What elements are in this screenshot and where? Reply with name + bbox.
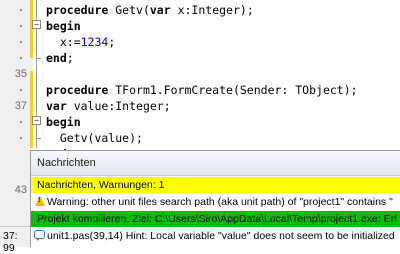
hint-message-text: unit1.pas(39,14) Hint: Local variable "v… [47,230,395,242]
cursor-position: 37: 99 [3,230,18,254]
messages-panel-title-bar: Nachrichten [31,151,400,176]
warning-icon [35,196,45,206]
messages-summary-text: Nachrichten, Warnungen: 1 [37,179,165,191]
status-bar: 37: 99 [0,226,30,254]
code-token: procedure [46,83,116,97]
line-dot-marker [20,121,22,123]
code-line[interactable]: 35 [0,66,400,82]
line-dot-marker [20,25,22,27]
code-token: ; [66,51,74,65]
code-token: end [46,51,67,65]
code-token: begin [46,115,81,129]
code-token: x:Integer); [170,3,254,17]
code-line[interactable]: end; [0,50,400,66]
line-number: 43 [14,184,27,196]
code-text: begin [46,114,81,130]
code-token: x:= [46,35,81,49]
line-number: 35 [14,68,27,80]
code-token: begin [46,19,81,33]
compile-message-row[interactable]: Projekt kompilieren, Ziel: C:\Users\Siro… [31,211,400,227]
line-dot-marker [20,57,22,59]
code-text: Getv(value); [46,130,143,146]
code-line[interactable]: begin [0,114,400,130]
code-text: procedure Getv(var x:Integer); [46,2,254,18]
code-line[interactable]: procedure TForm1.FormCreate(Sender: TObj… [0,82,400,98]
line-dot-marker [20,41,22,43]
line-dot-marker [20,89,22,91]
code-text: end; [46,50,74,66]
warning-message-row[interactable]: Warning: other unit files search path (a… [31,194,400,210]
messages-panel[interactable]: Nachrichten Nachrichten, Warnungen: 1 Wa… [30,150,400,247]
code-line[interactable]: x:=1234; [0,34,400,50]
code-text: var value:Integer; [46,98,171,114]
line-dot-marker [20,9,22,11]
warning-message-text: Warning: other unit files search path (a… [47,196,393,208]
hint-bubble-icon [34,230,45,241]
code-text: begin [46,18,81,34]
code-editor[interactable]: − − procedure Getv(var x:Integer); begin … [0,0,400,161]
code-text: procedure TForm1.FormCreate(Sender: TObj… [46,82,358,98]
messages-panel-title: Nachrichten [37,157,96,169]
code-line[interactable]: procedure Getv(var x:Integer); [0,2,400,18]
code-token: Getv( [115,3,150,17]
code-token: Getv(value); [46,131,143,145]
line-number-gutter-lower: 43 [0,148,30,226]
code-line[interactable]: begin [0,18,400,34]
code-text: x:=1234; [46,34,115,50]
compile-message-text: Projekt kompilieren, Ziel: C:\Users\Siro… [37,213,398,225]
code-line[interactable]: 37 var value:Integer; [0,98,400,114]
code-line[interactable]: Getv(value); [0,130,400,146]
code-token: var [149,3,171,17]
hint-message-row[interactable]: unit1.pas(39,14) Hint: Local variable "v… [31,228,400,244]
code-token: value:Integer; [66,99,171,113]
code-token: ; [108,35,116,49]
messages-summary-row[interactable]: Nachrichten, Warnungen: 1 [31,177,400,193]
code-token: var [46,99,67,113]
code-token: TForm1.FormCreate(Sender: TObject); [115,83,358,97]
line-dot-marker [20,137,22,139]
code-token: procedure [46,3,116,17]
code-token: 1234 [80,35,109,49]
line-number: 37 [14,100,27,112]
